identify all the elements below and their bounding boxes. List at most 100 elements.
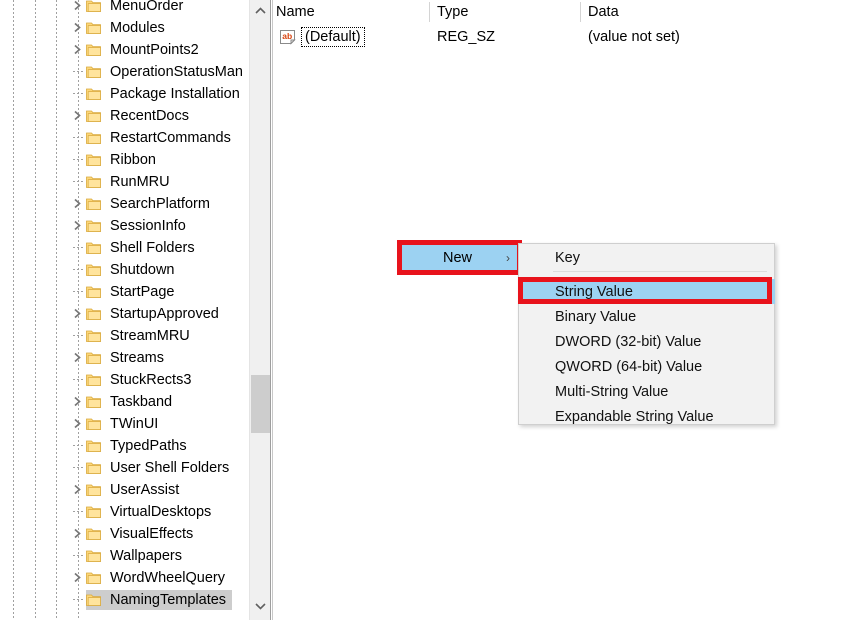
tree-item-startupapproved[interactable]: StartupApproved bbox=[0, 303, 248, 325]
column-separator[interactable] bbox=[580, 2, 581, 22]
tree-item-hit-area[interactable]: StartupApproved bbox=[86, 304, 225, 324]
chevron-right-icon[interactable] bbox=[71, 527, 84, 540]
tree-item-user-shell-folders[interactable]: User Shell Folders bbox=[0, 457, 248, 479]
tree-item-modules[interactable]: Modules bbox=[0, 17, 248, 39]
tree-item-virtualdesktops[interactable]: VirtualDesktops bbox=[0, 501, 248, 523]
tree-item-hit-area[interactable]: Streams bbox=[86, 348, 170, 368]
submenu-item-key[interactable]: Key bbox=[520, 245, 775, 270]
chevron-right-icon[interactable] bbox=[71, 571, 84, 584]
chevron-right-icon[interactable] bbox=[71, 351, 84, 364]
tree-item-hit-area[interactable]: WordWheelQuery bbox=[86, 568, 231, 588]
tree-item-package-installation[interactable]: Package Installation bbox=[0, 83, 248, 105]
tree-item-streams[interactable]: Streams bbox=[0, 347, 248, 369]
tree-item-label: MenuOrder bbox=[110, 0, 184, 14]
tree-item-hit-area[interactable]: User Shell Folders bbox=[86, 458, 235, 478]
tree-item-hit-area[interactable]: StreamMRU bbox=[86, 326, 196, 346]
tree-vertical-scrollbar[interactable] bbox=[249, 0, 270, 620]
column-header-data[interactable]: Data bbox=[588, 0, 619, 24]
chevron-right-icon[interactable] bbox=[71, 0, 84, 12]
tree-item-wallpapers[interactable]: Wallpapers bbox=[0, 545, 248, 567]
tree-item-hit-area[interactable]: TWinUI bbox=[86, 414, 164, 434]
tree-item-hit-area[interactable]: RestartCommands bbox=[86, 128, 237, 148]
tree-item-hit-area[interactable]: MountPoints2 bbox=[86, 40, 205, 60]
tree-elbow-connector bbox=[73, 269, 83, 270]
tree-item-hit-area[interactable]: NamingTemplates bbox=[86, 590, 233, 610]
tree-item-wordwheelquery[interactable]: WordWheelQuery bbox=[0, 567, 248, 589]
submenu-item-binary-value[interactable]: Binary Value bbox=[520, 304, 775, 329]
submenu-item-expandable-string-value[interactable]: Expandable String Value bbox=[520, 404, 775, 429]
tree-item-sessioninfo[interactable]: SessionInfo bbox=[0, 215, 248, 237]
chevron-right-icon[interactable] bbox=[71, 395, 84, 408]
pane-divider-shadow bbox=[272, 0, 273, 620]
chevron-right-icon[interactable] bbox=[71, 483, 84, 496]
chevron-right-icon[interactable] bbox=[71, 109, 84, 122]
tree-item-hit-area[interactable]: RecentDocs bbox=[86, 106, 195, 126]
tree-item-hit-area[interactable]: StartPage bbox=[86, 282, 181, 302]
tree-item-hit-area[interactable]: Package Installation bbox=[86, 84, 246, 104]
value-type-cell: REG_SZ bbox=[437, 29, 496, 45]
tree-item-hit-area[interactable]: TypedPaths bbox=[86, 436, 193, 456]
column-header-type[interactable]: Type bbox=[437, 0, 468, 24]
tree-item-visualeffects[interactable]: VisualEffects bbox=[0, 523, 248, 545]
tree-item-restartcommands[interactable]: RestartCommands bbox=[0, 127, 248, 149]
chevron-right-icon[interactable] bbox=[71, 307, 84, 320]
tree-item-namingtemplates[interactable]: NamingTemplates bbox=[0, 589, 248, 611]
submenu-item-string-value[interactable]: String Value bbox=[520, 279, 775, 304]
tree-item-ribbon[interactable]: Ribbon bbox=[0, 149, 248, 171]
submenu-item-dword-32-bit-value[interactable]: DWORD (32-bit) Value bbox=[520, 329, 775, 354]
tree-item-recentdocs[interactable]: RecentDocs bbox=[0, 105, 248, 127]
tree-item-hit-area[interactable]: MenuOrder bbox=[86, 0, 189, 16]
context-menu-item-new[interactable]: New › bbox=[402, 245, 517, 270]
tree-item-twinui[interactable]: TWinUI bbox=[0, 413, 248, 435]
tree-item-mountpoints2[interactable]: MountPoints2 bbox=[0, 39, 248, 61]
chevron-right-icon[interactable] bbox=[71, 197, 84, 210]
column-header-name[interactable]: Name bbox=[276, 0, 315, 24]
tree-item-operationstatusman[interactable]: OperationStatusMan bbox=[0, 61, 248, 83]
tree-item-menuorder[interactable]: MenuOrder bbox=[0, 0, 248, 17]
tree-item-hit-area[interactable]: SessionInfo bbox=[86, 216, 192, 236]
tree-item-hit-area[interactable]: VirtualDesktops bbox=[86, 502, 217, 522]
tree-item-shutdown[interactable]: Shutdown bbox=[0, 259, 248, 281]
tree-item-hit-area[interactable]: RunMRU bbox=[86, 172, 176, 192]
tree-item-hit-area[interactable]: Shell Folders bbox=[86, 238, 201, 258]
value-name-cell[interactable]: (Default) bbox=[301, 27, 365, 47]
chevron-right-icon[interactable] bbox=[71, 417, 84, 430]
tree-item-hit-area[interactable]: Modules bbox=[86, 18, 171, 38]
tree-item-shell-folders[interactable]: Shell Folders bbox=[0, 237, 248, 259]
tree-item-startpage[interactable]: StartPage bbox=[0, 281, 248, 303]
tree-item-runmru[interactable]: RunMRU bbox=[0, 171, 248, 193]
tree-item-hit-area[interactable]: Shutdown bbox=[86, 260, 181, 280]
tree-item-hit-area[interactable]: Ribbon bbox=[86, 150, 162, 170]
chevron-right-icon[interactable] bbox=[71, 21, 84, 34]
tree-item-hit-area[interactable]: VisualEffects bbox=[86, 524, 199, 544]
folder-icon bbox=[86, 153, 102, 167]
scrollbar-thumb[interactable] bbox=[251, 375, 270, 433]
tree-item-hit-area[interactable]: SearchPlatform bbox=[86, 194, 216, 214]
tree-item-stuckrects3[interactable]: StuckRects3 bbox=[0, 369, 248, 391]
tree-item-userassist[interactable]: UserAssist bbox=[0, 479, 248, 501]
tree-item-hit-area[interactable]: Taskband bbox=[86, 392, 178, 412]
tree-item-hit-area[interactable]: OperationStatusMan bbox=[86, 62, 248, 82]
registry-key-tree[interactable]: MenuOrder Modules MountPoints2 OperationSta… bbox=[0, 0, 248, 620]
submenu-item-qword-64-bit-value[interactable]: QWORD (64-bit) Value bbox=[520, 354, 775, 379]
chevron-right-icon[interactable] bbox=[71, 43, 84, 56]
tree-item-hit-area[interactable]: UserAssist bbox=[86, 480, 185, 500]
tree-item-searchplatform[interactable]: SearchPlatform bbox=[0, 193, 248, 215]
tree-item-taskband[interactable]: Taskband bbox=[0, 391, 248, 413]
column-separator[interactable] bbox=[429, 2, 430, 22]
tree-item-typedpaths[interactable]: TypedPaths bbox=[0, 435, 248, 457]
tree-item-label: WordWheelQuery bbox=[110, 569, 225, 586]
chevron-down-icon[interactable] bbox=[250, 596, 270, 616]
chevron-right-icon: › bbox=[506, 250, 510, 265]
tree-item-hit-area[interactable]: Wallpapers bbox=[86, 546, 188, 566]
chevron-up-icon[interactable] bbox=[250, 1, 270, 21]
submenu-item-multi-string-value[interactable]: Multi-String Value bbox=[520, 379, 775, 404]
new-submenu[interactable]: Key String Value Binary Value DWORD (32-bit… bbox=[518, 243, 775, 425]
tree-item-streammru[interactable]: StreamMRU bbox=[0, 325, 248, 347]
tree-item-hit-area[interactable]: StuckRects3 bbox=[86, 370, 197, 390]
tree-item-label: RestartCommands bbox=[110, 129, 231, 146]
tree-elbow-connector bbox=[73, 71, 83, 72]
pane-divider[interactable] bbox=[270, 0, 271, 620]
table-row[interactable]: ab (Default) REG_SZ (value not set) bbox=[274, 26, 855, 50]
chevron-right-icon[interactable] bbox=[71, 219, 84, 232]
